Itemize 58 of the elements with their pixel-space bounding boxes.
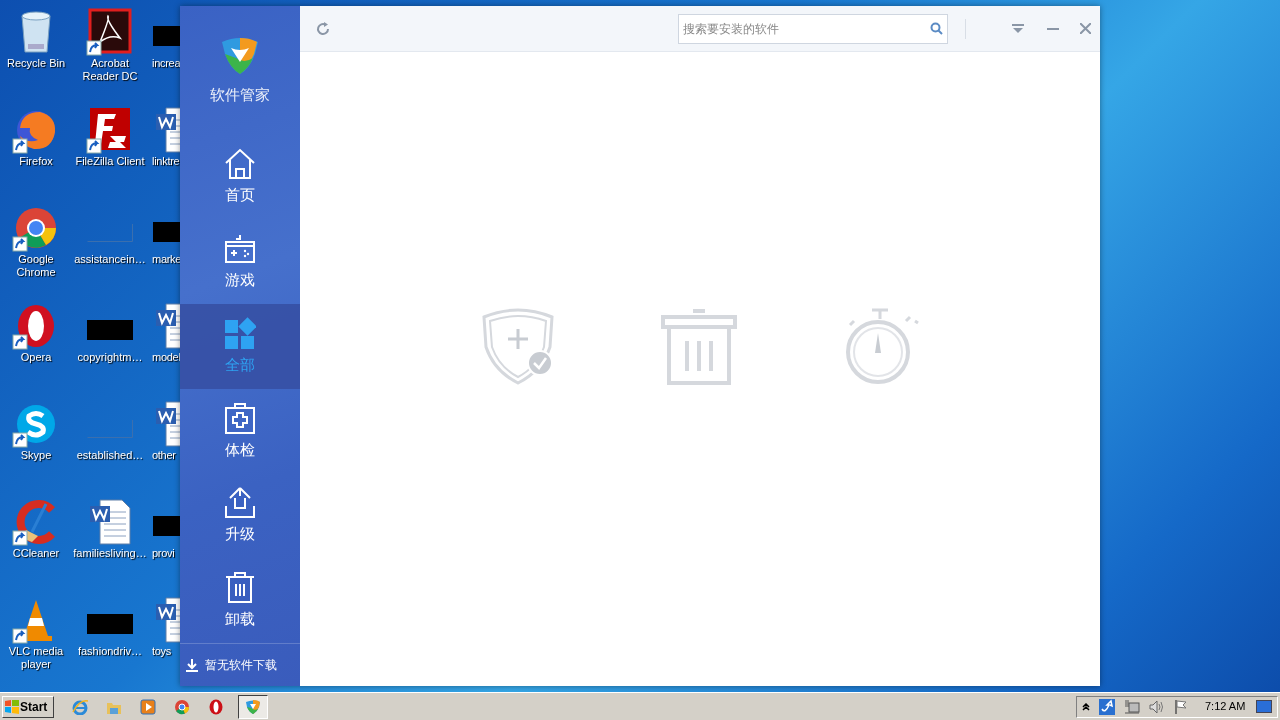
trash-icon (661, 307, 737, 385)
download-status: 暂无软件下载 (205, 657, 277, 675)
speaker-icon[interactable] (1149, 698, 1165, 715)
desktop-icon-label[interactable]: other (152, 449, 176, 462)
round-logo-icon (174, 698, 190, 715)
desktop-icon-label[interactable]: familiesliving… (72, 547, 148, 560)
home-icon (224, 147, 256, 181)
desktop-icon-label[interactable]: provi (152, 547, 175, 560)
search-icon[interactable] (930, 21, 943, 35)
desktop-icon-label[interactable]: fashiondriv… (72, 645, 148, 658)
desktop-icon-label[interactable]: model (152, 351, 181, 364)
windows-flag-icon (5, 699, 19, 714)
play-icon (140, 698, 156, 715)
clock[interactable]: 7:12 AM (1205, 698, 1246, 715)
trash-icon (224, 570, 256, 604)
app-name: 软件管家 (210, 85, 270, 105)
desktop-icon-label[interactable]: Recycle Bin (0, 57, 74, 70)
desktop-icon-label[interactable]: Opera (0, 351, 74, 364)
search-field[interactable]: 搜索要安装的软件 (678, 13, 948, 44)
flag-icon[interactable] (1174, 698, 1188, 715)
close-icon[interactable] (1080, 23, 1091, 34)
desktop-icon-label[interactable]: FileZilla Client (72, 155, 148, 168)
taskbar-button[interactable] (238, 694, 268, 719)
arrow-tray-icon[interactable] (1099, 698, 1115, 715)
shield-plus-icon (480, 307, 556, 385)
medical-kit-icon (224, 401, 256, 435)
ie-globe-icon (72, 698, 88, 715)
desktop-icon-label[interactable]: Skype (0, 449, 74, 462)
desktop-icon-label[interactable]: Acrobat Reader DC (72, 57, 148, 83)
shield-logo-icon (245, 698, 261, 715)
dropdown-menu-icon[interactable] (1012, 23, 1024, 34)
refresh-icon[interactable] (316, 21, 330, 36)
start-button[interactable]: Start (2, 695, 54, 718)
desktop-icon-label[interactable]: toys (152, 645, 172, 658)
chevron-up-icon[interactable] (1082, 702, 1090, 711)
gamepad-icon (224, 232, 256, 266)
download-icon (186, 658, 198, 672)
ring-logo-icon (208, 698, 224, 715)
grid-icon (224, 316, 256, 350)
nav-item[interactable]: 首页 (180, 134, 300, 220)
desktop-icon-label[interactable]: CCleaner (0, 547, 74, 560)
desktop-icon-label[interactable]: Firefox (0, 155, 74, 168)
desktop-icon-label[interactable]: copyrightm… (72, 351, 148, 364)
minimize-icon[interactable] (1047, 27, 1059, 30)
desktop-icon-label[interactable]: assistancein… (72, 253, 148, 266)
nav-item[interactable]: 游戏 (180, 219, 300, 305)
nav-item[interactable]: 体检 (180, 388, 300, 474)
upload-icon (224, 486, 256, 520)
desktop-icon-label[interactable]: Google Chrome (0, 253, 74, 279)
desktop-icon-label[interactable]: VLC media player (0, 645, 74, 671)
show-desktop-icon[interactable] (1256, 699, 1272, 714)
nav-item[interactable]: 卸载 (180, 558, 300, 644)
network-icon[interactable] (1124, 698, 1140, 715)
desktop-icon-label[interactable]: marke (152, 253, 182, 266)
desktop-icon-label[interactable]: increa (152, 57, 181, 70)
desktop-icon-label[interactable]: established… (72, 449, 148, 462)
desktop-icon-label[interactable]: linktre (152, 155, 180, 168)
nav-item[interactable]: 升级 (180, 473, 300, 559)
